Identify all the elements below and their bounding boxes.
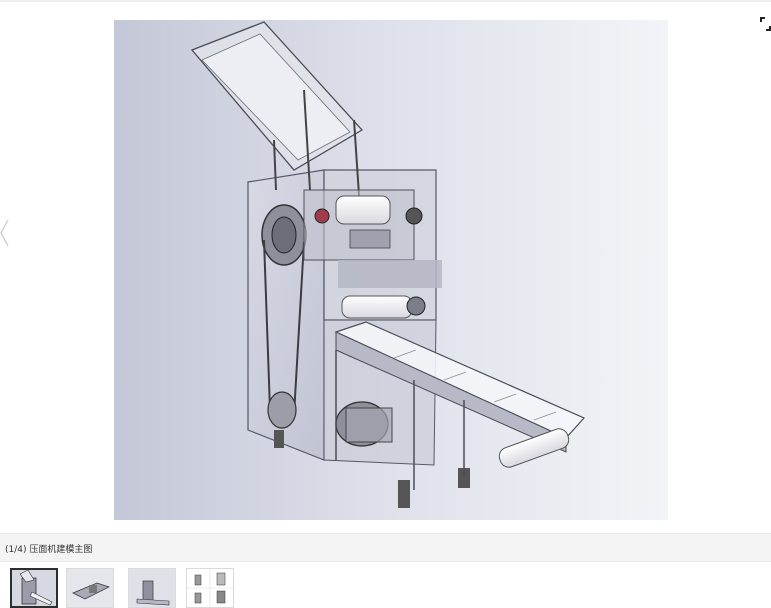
noodle-press-machine-render — [190, 21, 586, 508]
image-caption: (1/4) 压面机建模主图 — [5, 545, 93, 555]
fullscreen-icon[interactable] — [760, 16, 771, 31]
caption-bar: (1/4) 压面机建模主图 — [0, 533, 771, 562]
chevron-left-icon[interactable] — [0, 218, 10, 248]
main-image[interactable] — [114, 20, 668, 520]
image-viewer — [0, 0, 771, 532]
thumbnail-strip — [8, 568, 248, 608]
thumbnail-3[interactable] — [128, 568, 176, 608]
thumbnail-4[interactable] — [186, 568, 234, 608]
thumbnail-2[interactable] — [66, 568, 114, 608]
thumbnail-1[interactable] — [10, 568, 58, 608]
